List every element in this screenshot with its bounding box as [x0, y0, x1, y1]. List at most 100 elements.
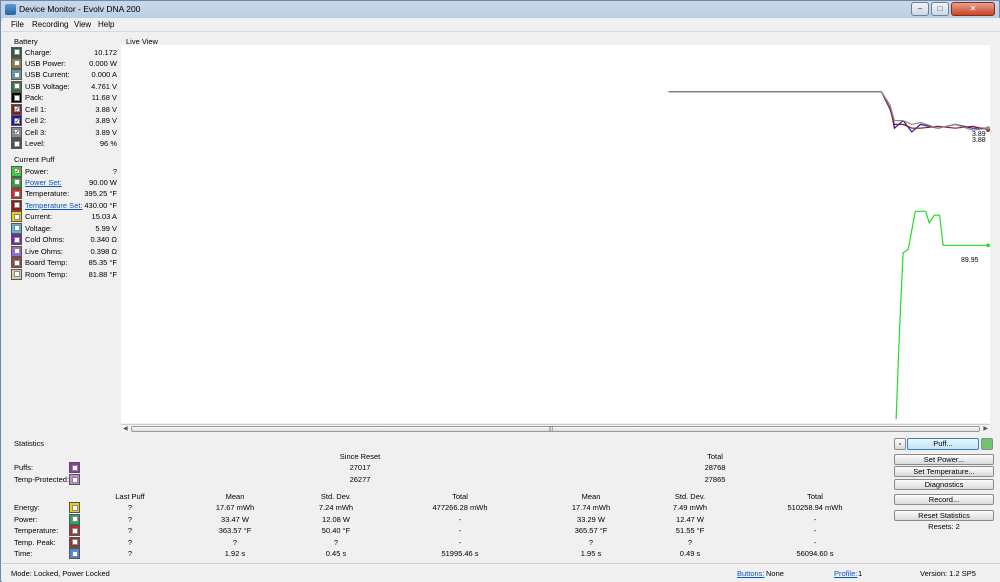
puff-row: Board Temp: 85.35 °F	[11, 257, 117, 269]
puffs-color-swatch[interactable]	[69, 462, 80, 473]
stat-checkbox[interactable]	[71, 550, 78, 557]
puff-icon-button[interactable]: ▫	[894, 438, 906, 450]
puff-color-swatch[interactable]	[11, 234, 22, 246]
battery-color-swatch[interactable]: ✓	[11, 126, 22, 138]
stat-cell: 17.74 mWh	[571, 503, 611, 512]
puff-color-swatch[interactable]	[11, 268, 22, 280]
stat-checkbox[interactable]	[71, 527, 78, 534]
chart-svg	[668, 91, 991, 420]
battery-checkbox[interactable]	[13, 140, 20, 147]
chart-horizontal-scrollbar[interactable]: ◀ ||| ▶	[121, 424, 990, 433]
reset-statistics-button[interactable]: Reset Statistics	[894, 510, 994, 521]
battery-color-swatch[interactable]	[11, 138, 22, 150]
stat-color-swatch[interactable]	[69, 525, 80, 537]
stat-checkbox[interactable]	[71, 516, 78, 523]
minimize-icon: –	[917, 4, 923, 13]
buttons-link[interactable]: Buttons:	[737, 569, 765, 578]
stat-cell: 510258.94 mWh	[787, 503, 843, 512]
puff-color-swatch[interactable]	[11, 199, 22, 211]
battery-checkbox[interactable]	[13, 83, 20, 90]
menu-recording[interactable]: Recording	[32, 20, 68, 29]
battery-checkbox[interactable]: ✓	[13, 117, 20, 124]
battery-value: 3.88 V	[95, 104, 117, 114]
puff-label: Voltage:	[25, 223, 53, 233]
stat-color-swatch[interactable]	[69, 536, 80, 548]
puff-color-swatch[interactable]	[11, 245, 22, 257]
battery-row: ✓ Cell 3: 3.89 V	[11, 126, 117, 138]
battery-color-swatch[interactable]	[11, 80, 22, 92]
battery-color-swatch[interactable]	[11, 57, 22, 69]
set-temperature-button[interactable]: Set Temperature...	[894, 466, 994, 477]
record-button[interactable]: Record...	[894, 494, 994, 505]
puff-button[interactable]: Puff...	[907, 438, 979, 450]
stat-cell: -	[458, 526, 462, 536]
status-indicator-button[interactable]	[981, 438, 993, 450]
mode-status: Mode: Locked, Power Locked	[11, 569, 110, 578]
stat-cell: 7.49 mWh	[672, 503, 708, 512]
battery-row: USB Voltage: 4.761 V	[11, 80, 117, 92]
stat-color-swatch[interactable]	[69, 548, 80, 560]
battery-color-swatch[interactable]: ✓	[11, 103, 22, 115]
puff-checkbox[interactable]	[13, 236, 20, 243]
stat-color-swatch[interactable]	[69, 513, 80, 525]
puff-value: 81.88 °F	[88, 269, 117, 279]
temp-protected-color-swatch[interactable]	[69, 474, 80, 485]
battery-checkbox[interactable]: ✓	[13, 129, 20, 136]
puff-color-swatch[interactable]	[11, 211, 22, 223]
puffs-checkbox[interactable]	[71, 464, 78, 471]
puff-checkbox[interactable]	[13, 271, 20, 278]
puff-checkbox[interactable]	[13, 179, 20, 186]
puff-checkbox[interactable]	[13, 259, 20, 266]
stat-column-header: Total	[452, 492, 468, 501]
puff-label[interactable]: Temperature Set:	[25, 201, 83, 210]
puff-color-swatch[interactable]	[11, 222, 22, 234]
puff-checkbox[interactable]	[13, 213, 20, 220]
puff-color-swatch[interactable]: ✓	[11, 165, 22, 177]
menu-file[interactable]: File	[11, 20, 24, 29]
battery-color-swatch[interactable]	[11, 92, 22, 104]
puff-checkbox[interactable]: ✓	[13, 168, 20, 175]
chart-series-line	[668, 91, 990, 133]
battery-color-swatch[interactable]: ✓	[11, 115, 22, 127]
temp-protected-checkbox[interactable]	[71, 476, 78, 483]
stat-checkbox[interactable]	[71, 504, 78, 511]
app-window: Device Monitor - Evolv DNA 200 – □ ✕ Fil…	[0, 0, 1000, 582]
puff-checkbox[interactable]	[13, 202, 20, 209]
stat-color-swatch[interactable]	[69, 502, 80, 513]
battery-label: Cell 3:	[25, 127, 47, 137]
profile-link[interactable]: Profile:	[834, 569, 857, 578]
puff-checkbox[interactable]	[13, 248, 20, 255]
close-button[interactable]: ✕	[951, 2, 995, 16]
stat-checkbox[interactable]	[71, 539, 78, 546]
stat-column-header: Mean	[225, 492, 245, 501]
battery-row: ✓ Cell 2: 3.89 V	[11, 115, 117, 127]
battery-color-swatch[interactable]	[11, 69, 22, 81]
puff-color-swatch[interactable]	[11, 188, 22, 200]
menu-help[interactable]: Help	[98, 20, 114, 29]
puff-color-swatch[interactable]	[11, 257, 22, 269]
maximize-button[interactable]: □	[931, 2, 949, 16]
battery-checkbox[interactable]	[13, 49, 20, 55]
diagnostics-button[interactable]: Diagnostics	[894, 479, 994, 490]
battery-checkbox[interactable]	[13, 94, 20, 101]
battery-color-swatch[interactable]	[11, 46, 22, 58]
battery-checkbox[interactable]	[13, 71, 20, 78]
scrollbar-thumb[interactable]	[131, 426, 980, 432]
menu-view[interactable]: View	[74, 20, 91, 29]
stat-cell: ?	[588, 537, 594, 547]
scroll-right-icon[interactable]: ▶	[983, 425, 988, 432]
puff-value: 0.340 Ω	[90, 235, 117, 245]
set-power-button[interactable]: Set Power...	[894, 454, 994, 465]
scroll-left-icon[interactable]: ◀	[123, 425, 128, 432]
stat-column-header: Std. Dev.	[320, 492, 352, 501]
puff-label: Cold Ohms:	[25, 235, 65, 245]
battery-label: Cell 1:	[25, 104, 47, 114]
puff-checkbox[interactable]	[13, 190, 20, 197]
puff-checkbox[interactable]	[13, 225, 20, 232]
chart-series-line	[895, 210, 990, 420]
minimize-button[interactable]: –	[911, 2, 929, 16]
battery-checkbox[interactable]	[13, 60, 20, 67]
puff-label[interactable]: Power Set:	[25, 178, 62, 187]
battery-checkbox[interactable]: ✓	[13, 106, 20, 113]
puff-color-swatch[interactable]	[11, 176, 22, 188]
